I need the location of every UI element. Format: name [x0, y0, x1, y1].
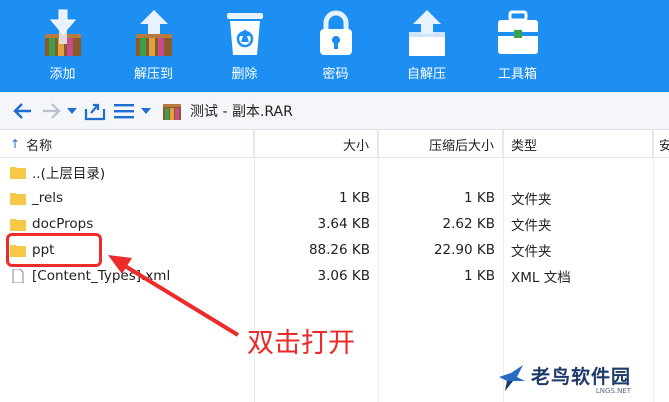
file-packed-size	[378, 159, 503, 185]
delete-button[interactable]: 删除	[199, 0, 290, 92]
folder-icon	[10, 193, 26, 205]
file-name: _rels	[32, 190, 64, 206]
back-button[interactable]	[8, 92, 38, 130]
sort-ascending-icon: ↑	[10, 137, 21, 151]
annotation-text: 双击打开	[247, 328, 355, 359]
extract-icon	[129, 7, 179, 61]
file-name: [Content_Types].xml	[32, 268, 171, 284]
tools-label: 工具箱	[497, 67, 537, 82]
sfx-button[interactable]: 自解压	[381, 0, 472, 92]
chevron-down-icon	[141, 107, 151, 114]
column-name-header[interactable]: ↑ 名称	[0, 130, 254, 158]
file-type	[503, 159, 653, 185]
table-row[interactable]: _rels 1 KB 1 KB 文件夹	[0, 185, 669, 211]
column-extra-label: 安	[659, 138, 669, 154]
forward-button[interactable]	[38, 92, 64, 130]
add-button[interactable]: 添加	[17, 0, 108, 92]
history-dropdown[interactable]	[64, 92, 80, 130]
password-button[interactable]: 密码	[290, 0, 381, 92]
delete-label: 删除	[231, 67, 258, 82]
folder-icon	[10, 167, 26, 179]
watermark-title: 老鸟软件园	[531, 365, 632, 388]
column-packed-header[interactable]: 压缩后大小	[378, 130, 503, 158]
toolbar: 添加 解压到 删除 密码 自解压 工具箱	[0, 0, 669, 92]
column-extra-header[interactable]: 安	[653, 130, 669, 158]
list-view-icon	[114, 103, 134, 118]
document-icon	[12, 269, 24, 283]
view-mode-button[interactable]	[110, 92, 138, 130]
up-level-button[interactable]	[80, 92, 110, 130]
file-name: docProps	[32, 216, 94, 232]
column-headers: ↑ 名称 大小 压缩后大小 类型 安	[0, 130, 669, 158]
folder-icon	[10, 219, 26, 231]
file-size: 3.64 KB	[317, 216, 370, 232]
bird-logo-icon	[499, 365, 525, 391]
column-size-header[interactable]: 大小	[254, 130, 378, 158]
file-type: 文件夹	[511, 244, 552, 260]
file-type: 文件夹	[511, 192, 552, 208]
archive-path-text: 测试 - 副本.RAR	[190, 103, 293, 120]
chevron-down-icon	[67, 107, 77, 114]
column-packed-label: 压缩后大小	[428, 138, 494, 154]
extract-to-button[interactable]: 解压到	[108, 0, 199, 92]
extract-to-label: 解压到	[133, 67, 173, 82]
archive-path[interactable]: 测试 - 副本.RAR	[162, 101, 293, 121]
file-packed-size: 1 KB	[464, 190, 495, 206]
forward-arrow-icon	[43, 102, 61, 119]
file-packed-size: 22.90 KB	[433, 242, 495, 258]
file-size: 88.26 KB	[308, 242, 370, 258]
tools-button[interactable]: 工具箱	[472, 0, 563, 92]
add-archive-icon	[38, 7, 88, 61]
view-dropdown[interactable]	[138, 92, 154, 130]
file-type: 文件夹	[511, 218, 552, 234]
file-size: 3.06 KB	[317, 268, 370, 284]
table-row[interactable]: docProps 3.64 KB 2.62 KB 文件夹	[0, 211, 669, 237]
file-packed-size: 2.62 KB	[442, 216, 495, 232]
recycle-bin-icon	[220, 7, 270, 61]
column-type-header[interactable]: 类型	[503, 130, 653, 158]
file-size	[254, 159, 378, 185]
rar-archive-icon	[163, 103, 181, 120]
table-row[interactable]: [Content_Types].xml 3.06 KB 1 KB XML 文档	[0, 263, 669, 289]
table-row[interactable]: ..(上层目录)	[0, 159, 669, 185]
highlight-box	[6, 233, 102, 267]
address-bar: 测试 - 副本.RAR	[0, 92, 669, 130]
sfx-icon	[402, 7, 452, 61]
file-packed-size: 1 KB	[464, 268, 495, 284]
watermark-subtitle: LNGS.NET	[595, 386, 632, 395]
column-name-label: 名称	[26, 138, 53, 154]
column-size-label: 大小	[342, 138, 369, 154]
sfx-label: 自解压	[406, 67, 446, 82]
watermark: 老鸟软件园 LNGS.NET	[497, 356, 669, 400]
file-size: 1 KB	[339, 190, 370, 206]
file-type: XML 文档	[511, 270, 571, 286]
password-label: 密码	[322, 67, 349, 82]
file-name: ..(上层目录)	[32, 166, 106, 182]
add-label: 添加	[49, 67, 76, 82]
toolbox-icon	[493, 7, 543, 61]
up-folder-icon	[84, 103, 106, 120]
lock-icon	[311, 7, 361, 61]
column-type-label: 类型	[511, 138, 538, 154]
back-arrow-icon	[13, 102, 31, 119]
